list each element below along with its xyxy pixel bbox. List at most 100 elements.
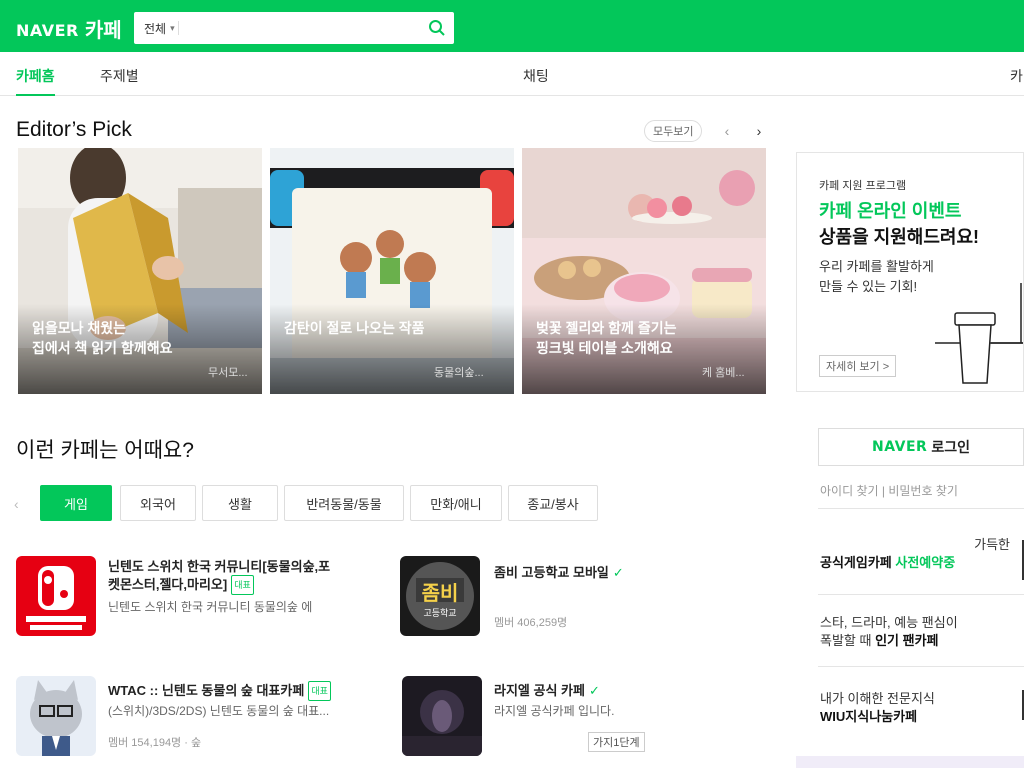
login-naver-text: NAVER: [872, 439, 928, 455]
cafe-name-line1: 라지엘 공식 카페: [494, 683, 585, 698]
nav-tab-cut[interactable]: 카: [1010, 66, 1023, 86]
chevron-down-icon: ▾: [170, 22, 175, 33]
search-icon: [429, 20, 445, 36]
promo-desc: 우리 카페를 활발하게 만들 수 있는 기회!: [819, 257, 934, 297]
rep-badge: 대표: [231, 575, 254, 595]
editors-pick-title: Editor’s Pick: [16, 118, 132, 141]
view-all-button[interactable]: 모두보기: [644, 120, 703, 142]
cafe-desc: 라지엘 공식카페 입니다.: [494, 704, 615, 718]
side-banner-game[interactable]: 가득한 공식게임카페 사전예약중: [820, 536, 1024, 572]
editor-card-1[interactable]: 읽을모나 채웠는 집에서 책 읽기 함께해요 무서모...: [18, 148, 262, 394]
cup-illustration: [935, 283, 1023, 384]
search-bar: 전체 ▾: [134, 12, 454, 44]
card-title-line1: 감탄이 절로 나오는 작품: [284, 320, 425, 336]
top-bar: NAVER 카페 전체 ▾: [0, 0, 1024, 52]
cafe-name-line1: WTAC :: 닌텐도 동물의 숲 대표카페: [108, 683, 305, 698]
nav-tab-4[interactable]: [262, 66, 302, 84]
tab-religion[interactable]: 종교/봉사: [508, 485, 598, 521]
cafe-thumb-wtac[interactable]: [16, 676, 96, 756]
promo-tag: 카페 지원 프로그램: [819, 180, 907, 192]
promo-headline: 카페 온라인 이벤트: [819, 201, 962, 221]
side-item-line2a: 폭발할 때: [820, 633, 876, 648]
side-item-line2b: 인기 팬카페: [875, 633, 939, 648]
cafe-thumb-zombie[interactable]: 좀비 고등학교: [400, 556, 480, 636]
tab-life[interactable]: 생활: [202, 485, 278, 521]
top-right-button[interactable]: [962, 12, 1024, 40]
cafe-name[interactable]: 좀비 고등학교 모바일 ✓: [494, 564, 694, 582]
tab-pets[interactable]: 반려동물/동물: [284, 485, 404, 521]
promo-banner[interactable]: 카페 지원 프로그램 카페 온라인 이벤트 상품을 지원해드려요! 우리 카페를…: [796, 152, 1024, 392]
find-account-links: 아이디 찾기 | 비밀번호 찾기: [820, 484, 958, 498]
verified-check-icon: ✓: [612, 565, 624, 580]
find-id-link[interactable]: 아이디 찾기: [820, 484, 879, 498]
side-divider: [818, 594, 1024, 595]
raziel-dark-art: [402, 676, 482, 756]
chevron-left-icon[interactable]: ‹: [14, 496, 19, 512]
svg-text:고등학교: 고등학교: [423, 608, 456, 619]
promo-subheadline: 상품을 지원해드려요!: [819, 227, 980, 247]
zombie-high-school-logo: 좀비 고등학교: [400, 556, 480, 636]
recommend-title: 이런 카페는 어때요?: [16, 439, 194, 462]
next-button[interactable]: ›: [748, 120, 770, 142]
naver-login-button[interactable]: NAVER 로그인: [818, 428, 1024, 466]
card-title: 읽을모나 채웠는 집에서 책 읽기 함께해요: [32, 318, 252, 358]
find-password-link[interactable]: 비밀번호 찾기: [888, 484, 958, 498]
nav-tab-cafe-home[interactable]: 카페홈: [16, 66, 55, 96]
raymond-cat-avatar: [16, 676, 96, 756]
tab-foreign-language[interactable]: 외국어: [120, 485, 196, 521]
promo-desc-line2: 만들 수 있는 기회!: [819, 279, 918, 294]
login-label: 로그인: [931, 439, 970, 455]
card-title-line1: 벚꽃 젤리와 함께 즐기는: [536, 320, 677, 336]
side-item-highlight: 사전예약중: [895, 555, 956, 570]
card-title-line2: 핑크빛 테이블 소개해요: [536, 340, 673, 356]
cafe-grade-badge: 가지1단계: [588, 732, 645, 752]
card-meta: 동물의숲...: [434, 367, 484, 379]
promo-detail-link[interactable]: 자세히 보기 >: [819, 355, 897, 377]
cafe-thumb-raziel[interactable]: [402, 676, 482, 756]
card-title: 감탄이 절로 나오는 작품: [284, 318, 504, 338]
side-banner-wiu[interactable]: 내가 이해한 전문지식 WIU지식나눔카페: [820, 690, 1024, 726]
tab-game[interactable]: 게임: [40, 485, 112, 521]
side-banner-fancafe[interactable]: 스타, 드라마, 예능 팬심이 폭발할 때 인기 팬카페: [820, 614, 1024, 650]
cafe-desc: 닌텐도 스위치 한국 커뮤니티 동물의숲 에: [108, 600, 313, 614]
nintendo-switch-logo: [16, 556, 96, 636]
rep-badge: 대표: [308, 681, 331, 701]
side-divider: [818, 508, 1024, 509]
logo-cafe-text: 카페: [84, 20, 122, 42]
side-item-label: 공식게임카페: [820, 555, 892, 570]
nav-tab-topic[interactable]: 주제별: [100, 66, 139, 86]
chevron-right-icon: ›: [756, 123, 762, 139]
logo-naver-text: NAVER: [16, 21, 79, 40]
prev-button[interactable]: ‹: [716, 120, 738, 142]
nav-tab-3[interactable]: [176, 66, 216, 84]
chevron-left-icon: ‹: [724, 123, 730, 139]
card-title-line1: 읽을모나 채웠는: [32, 320, 127, 336]
card-title: 벚꽃 젤리와 함께 즐기는 핑크빛 테이블 소개해요: [536, 318, 756, 358]
tab-comics[interactable]: 만화/애니: [410, 485, 502, 521]
cafe-members: 멤버 406,259명: [494, 617, 568, 629]
nav-tab-6[interactable]: [430, 66, 480, 84]
bottom-strip: [796, 756, 1024, 768]
cafe-thumb-nintendo[interactable]: [16, 556, 96, 636]
cafe-name[interactable]: 닌텐도 스위치 한국 커뮤니티[동물의숲,포 켓몬스터,젤다,마리오] 대표: [108, 558, 388, 596]
side-item-line1: 가득한: [974, 537, 1010, 552]
card-meta: 무서모...: [208, 367, 248, 379]
cafe-name[interactable]: WTAC :: 닌텐도 동물의 숲 대표카페 대표: [108, 681, 388, 702]
side-divider: [818, 666, 1024, 667]
search-button[interactable]: [420, 12, 454, 44]
editor-card-3[interactable]: 벚꽃 젤리와 함께 즐기는 핑크빛 테이블 소개해요 케 홈베...: [522, 148, 766, 394]
verified-check-icon: ✓: [588, 683, 600, 698]
nav-tab-5[interactable]: [320, 66, 380, 84]
editor-card-2[interactable]: 감탄이 절로 나오는 작품 동물의숲...: [270, 148, 514, 394]
search-scope-label: 전체: [144, 21, 167, 36]
card-title-line2: 집에서 책 읽기 함께해요: [32, 340, 173, 356]
cafe-name-line1: 좀비 고등학교 모바일: [494, 565, 609, 580]
search-scope-select[interactable]: 전체 ▾: [134, 20, 178, 37]
naver-cafe-logo[interactable]: NAVER 카페: [16, 13, 122, 42]
cafe-desc: (스위치)/3DS/2DS) 닌텐도 동물의 숲 대표...: [108, 704, 330, 718]
nav-tab-chat[interactable]: 채팅: [523, 66, 549, 86]
cafe-members: 멤버 154,194명 · 숲: [108, 737, 202, 749]
cafe-name[interactable]: 라지엘 공식 카페 ✓: [494, 682, 694, 700]
search-input[interactable]: [179, 14, 420, 42]
cafe-name-line2: 켓몬스터,젤다,마리오]: [108, 577, 228, 592]
